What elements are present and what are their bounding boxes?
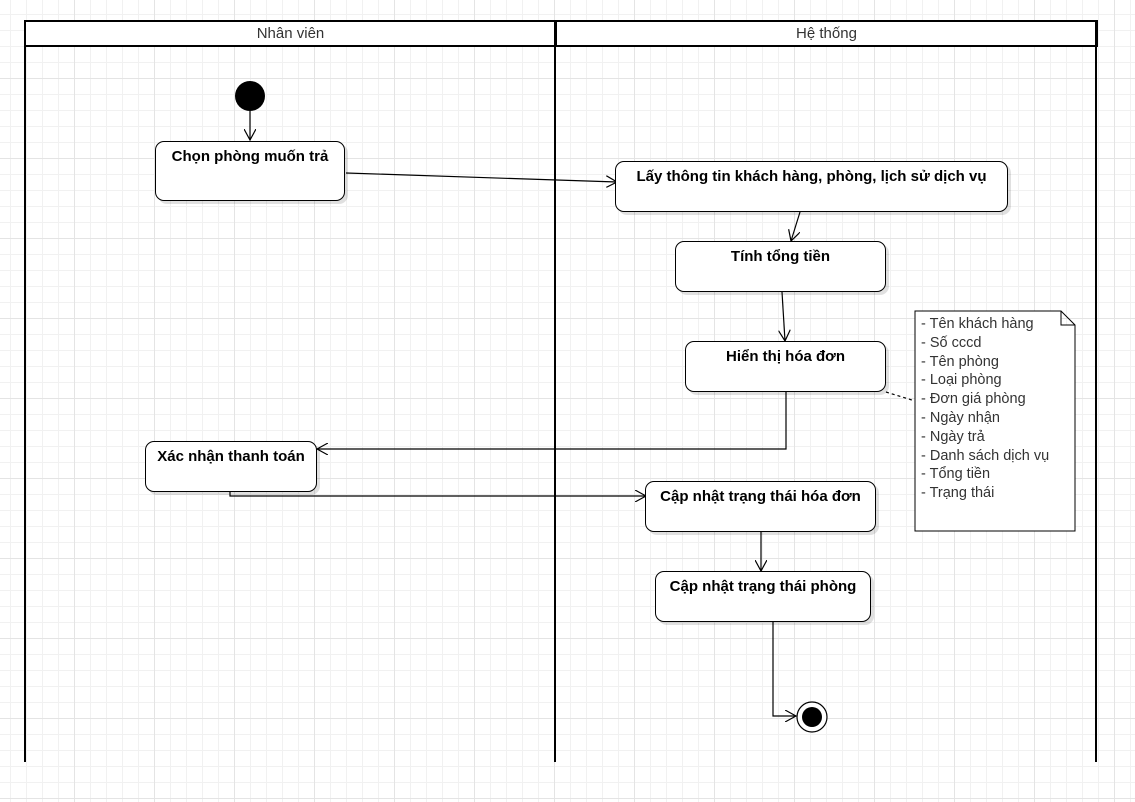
note-item: - Tổng tiền — [921, 466, 991, 483]
note-item: - Danh sách dịch vụ — [921, 447, 1050, 464]
edge-update-room-to-end — [772, 622, 796, 716]
note-anchor-line — [885, 391, 916, 402]
note-item: - Trạng thái — [921, 485, 995, 502]
activity-confirm-payment[interactable]: Xác nhận thanh toán — [145, 441, 317, 492]
note-item: - Đơn giá phòng — [921, 391, 1026, 408]
note-item: - Ngày trả — [921, 428, 985, 445]
start-node — [235, 81, 265, 111]
activity-get-customer-info[interactable]: Lấy thông tin khách hàng, phòng, lịch sử… — [615, 161, 1008, 212]
activity-update-invoice-status[interactable]: Cập nhật trạng thái hóa đơn — [645, 481, 876, 532]
invoice-fields-note: - Tên khách hàng - Số cccd - Tên phòng -… — [915, 311, 1075, 531]
activity-show-invoice[interactable]: Hiển thị hóa đơn — [685, 341, 886, 392]
note-item: - Tên khách hàng — [921, 316, 1034, 332]
edge-show-invoice-to-confirm-payment — [317, 392, 787, 449]
note-item: - Số cccd — [921, 334, 982, 351]
edge-select-room-to-get-info — [345, 172, 617, 182]
note-item: - Ngày nhận — [921, 409, 1000, 426]
edge-get-info-to-calc-total — [791, 211, 801, 241]
note-item: - Loại phòng — [921, 372, 1002, 389]
activity-select-room[interactable]: Chọn phòng muốn trả — [155, 141, 345, 201]
edge-confirm-payment-to-update-invoice — [229, 492, 646, 496]
edge-calc-total-to-show-invoice — [782, 291, 785, 341]
activity-calculate-total[interactable]: Tính tổng tiền — [675, 241, 886, 292]
note-item: - Tên phòng — [921, 353, 999, 370]
end-node-inner — [802, 707, 822, 727]
activity-update-room-status[interactable]: Cập nhật trạng thái phòng — [655, 571, 871, 622]
